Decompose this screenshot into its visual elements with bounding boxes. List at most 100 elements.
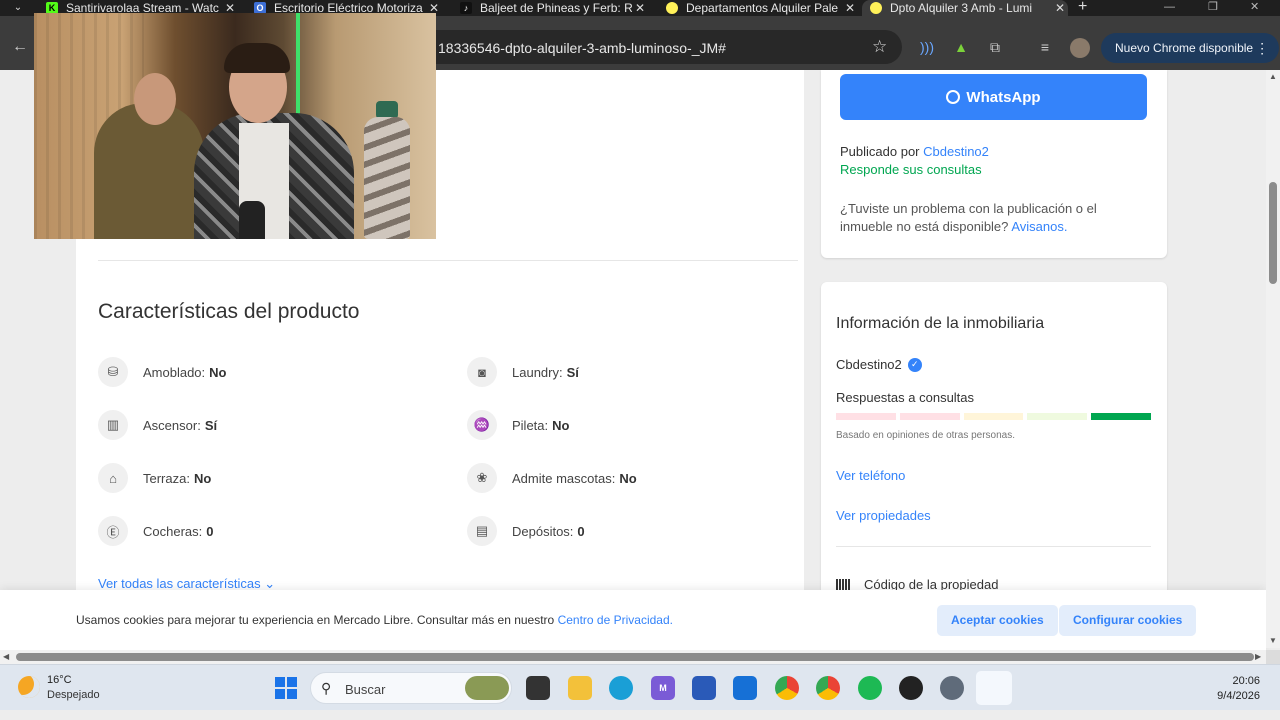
report-link[interactable]: Avisanos.: [1011, 219, 1067, 234]
tab-dpto-alquiler[interactable]: Dpto Alquiler 3 Amb - Lumi ✕: [862, 0, 1068, 16]
scroll-down-icon[interactable]: ▼: [1269, 636, 1277, 645]
vertical-scroll-thumb[interactable]: [1269, 182, 1277, 284]
outlook-icon[interactable]: [733, 676, 757, 700]
responds-text: Responde sus consultas: [840, 162, 982, 177]
system-clock[interactable]: 20:06 9/4/2026: [1217, 674, 1260, 704]
windows-start-icon[interactable]: [275, 677, 297, 699]
obs-icon[interactable]: [899, 676, 923, 700]
view-phone-link[interactable]: Ver teléfono: [836, 468, 905, 483]
washer-icon: ◙: [467, 357, 497, 387]
agency-title: Información de la inmobiliaria: [836, 315, 1045, 332]
scroll-right-icon[interactable]: ▶: [1255, 652, 1261, 661]
publisher-link[interactable]: Cbdestino2: [923, 144, 989, 159]
tab-departamentos[interactable]: Departamentos Alquiler Pale ✕: [658, 0, 858, 16]
feature-label: Laundry:: [512, 364, 563, 380]
close-tab-icon[interactable]: ✕: [1052, 1, 1068, 15]
store-icon[interactable]: [692, 676, 716, 700]
extension-chart-icon[interactable]: ▲: [952, 38, 970, 56]
chrome-icon[interactable]: [775, 676, 799, 700]
sofa-icon: ⛁: [98, 357, 128, 387]
feature-value: No: [193, 470, 212, 486]
feature-amoblado: ⛁ Amoblado: No: [98, 357, 227, 387]
minimize-icon[interactable]: —: [1164, 0, 1175, 14]
active-app-slot[interactable]: [976, 671, 1012, 705]
task-view-icon[interactable]: [526, 676, 550, 700]
back-arrow-icon[interactable]: ←: [12, 38, 28, 56]
chrome-update-button[interactable]: Nuevo Chrome disponible ⋮: [1101, 33, 1280, 63]
cookie-banner: Usamos cookies para mejorar tu experienc…: [0, 590, 1266, 650]
search-label: Buscar: [345, 682, 386, 697]
file-explorer-icon[interactable]: [568, 676, 592, 700]
chevron-down-icon: ⌄: [264, 576, 276, 591]
tab-search-icon[interactable]: ⌄: [10, 0, 26, 16]
tab-tiktok[interactable]: ♪ Baljeet de Phineas y Ferb: Re ✕: [452, 0, 648, 16]
mercadolibre-favicon-icon: [666, 2, 678, 14]
feature-value: Sí: [204, 417, 218, 433]
cookie-message: Usamos cookies para mejorar tu experienc…: [76, 613, 555, 627]
feature-value: No: [552, 417, 570, 433]
weather-description[interactable]: Despejado: [47, 689, 100, 701]
tiktok-favicon-icon: ♪: [460, 2, 472, 14]
whatsapp-label: WhatsApp: [966, 88, 1041, 106]
read-aloud-icon[interactable]: ))): [918, 38, 936, 56]
chrome-profile-icon[interactable]: [816, 676, 840, 700]
cookie-text: Usamos cookies para mejorar tu experienc…: [76, 613, 673, 627]
url-text[interactable]: 18336546-dpto-alquiler-3-amb-luminoso-_J…: [438, 40, 726, 56]
restore-icon[interactable]: ❐: [1208, 0, 1218, 14]
moon-weather-icon[interactable]: [18, 676, 40, 698]
published-by-prefix: Publicado por: [840, 144, 920, 159]
thermometer-segment: [836, 413, 896, 420]
feature-ascensor: ▥ Ascensor: Sí: [98, 410, 217, 440]
feature-pileta: ♒ Pileta: No: [467, 410, 569, 440]
horizontal-scroll-thumb[interactable]: [16, 653, 1254, 661]
storage-box-icon: ▤: [467, 516, 497, 546]
view-properties-link[interactable]: Ver propiedades: [836, 508, 931, 523]
feature-label: Amoblado:: [143, 364, 206, 380]
weather-temperature[interactable]: 16°C: [47, 674, 72, 686]
terrace-icon: ⌂: [98, 463, 128, 493]
settings-gear-icon[interactable]: [940, 676, 964, 700]
microsoft365-icon[interactable]: M: [651, 676, 675, 700]
feature-label: Depósitos:: [512, 523, 574, 539]
taskbar-search[interactable]: ⚲ Buscar: [310, 672, 512, 704]
feature-value: No: [619, 470, 637, 486]
feature-value: No: [209, 364, 227, 380]
search-highlight-image: [465, 676, 509, 700]
thermometer-segment: [963, 413, 1024, 420]
profile-avatar[interactable]: [1070, 38, 1090, 58]
feature-label: Cocheras:: [143, 523, 203, 539]
start-tile: [275, 677, 285, 687]
configure-cookies-button[interactable]: Configurar cookies: [1059, 605, 1197, 636]
elevator-icon: ▥: [98, 410, 128, 440]
bookmark-star-icon[interactable]: ☆: [872, 37, 887, 57]
close-tab-icon[interactable]: ✕: [842, 1, 858, 15]
privacy-center-link[interactable]: Centro de Privacidad.: [558, 613, 673, 627]
feature-label: Terraza:: [143, 470, 190, 486]
scroll-left-icon[interactable]: ◀: [3, 652, 9, 661]
start-tile: [287, 677, 297, 687]
scroll-up-icon[interactable]: ▲: [1269, 72, 1277, 81]
more-vert-icon[interactable]: ⋮: [1255, 40, 1269, 56]
section-divider: [98, 260, 798, 261]
new-tab-button[interactable]: +: [1078, 0, 1087, 15]
feature-value: 0: [206, 523, 214, 539]
feature-depositos: ▤ Depósitos: 0: [467, 516, 585, 546]
accept-cookies-button[interactable]: Aceptar cookies: [937, 605, 1058, 636]
media-queue-icon[interactable]: ≡: [1036, 38, 1054, 56]
edge-icon[interactable]: [609, 676, 633, 700]
feature-label: Ascensor:: [143, 417, 201, 433]
spotify-icon[interactable]: [858, 676, 882, 700]
close-window-icon[interactable]: ✕: [1250, 0, 1259, 14]
extensions-puzzle-icon[interactable]: ⧉: [986, 38, 1004, 56]
feature-value: Sí: [566, 364, 579, 380]
responses-label: Respuestas a consultas: [836, 390, 975, 405]
whatsapp-button[interactable]: WhatsApp: [840, 74, 1147, 120]
thermometer-segment-active: [1091, 413, 1151, 420]
person-right-hair: [224, 43, 290, 73]
thermometer-segment: [899, 413, 960, 420]
close-tab-icon[interactable]: ✕: [632, 1, 648, 15]
vertical-scrollbar[interactable]: ▲ ▼: [1266, 70, 1280, 648]
start-tile: [287, 689, 297, 699]
horizontal-scrollbar[interactable]: ◀ ▶: [0, 650, 1266, 664]
feature-label: Pileta:: [512, 417, 549, 433]
